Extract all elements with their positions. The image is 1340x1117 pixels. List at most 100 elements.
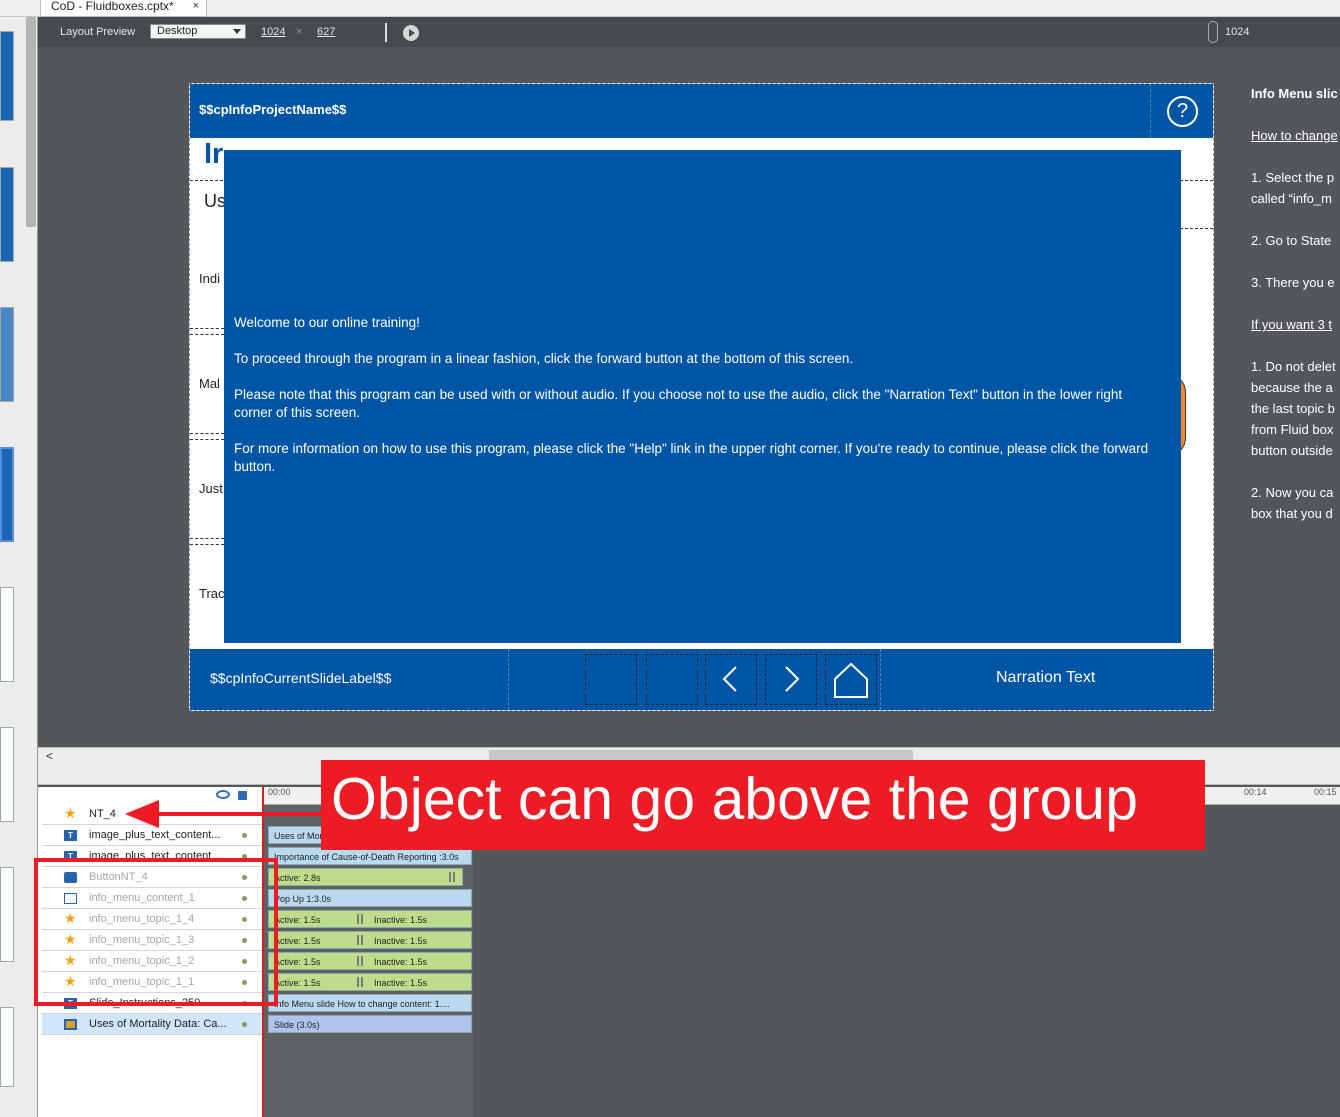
slide-thumbnail[interactable] [0,727,14,822]
slide[interactable]: $$cpInfoProjectName$$ ? Ir Us Indi Mal J… [189,83,1214,711]
lock-icon[interactable] [238,791,247,800]
visibility-dot[interactable] [242,1022,247,1027]
popup-text: To proceed through the program in a line… [234,351,854,366]
dimension-separator: × [296,26,303,38]
slide-thumbnail[interactable] [0,867,14,962]
notes-text: 2. Go to State [1251,233,1332,248]
document-tab[interactable]: CoD - Fluidboxes.cptx* × [40,0,207,17]
visibility-dot[interactable] [242,833,247,838]
pause-marker [453,872,455,882]
slide-thumbnail[interactable] [0,307,14,402]
notes-text: 3. There you e [1251,275,1335,290]
layer-name: image_plus_text_content... [89,829,221,841]
pause-marker [361,935,363,945]
timeline-bar[interactable]: Info Menu slide How to change content: 1… [268,994,472,1012]
slide-icon [64,1019,77,1030]
nav-placeholder-button[interactable] [585,654,637,705]
filmstrip-scrollbar[interactable] [26,17,36,227]
ruler-tick-label: 00:00 [268,787,291,797]
document-tab-title: CoD - Fluidboxes.cptx* [51,0,174,13]
row-divider [190,328,224,335]
timeline-bar[interactable]: Slide (3.0s) [268,1015,472,1033]
pause-marker [361,956,363,966]
next-button[interactable] [765,654,817,705]
annotation-highlight-box [34,858,278,1006]
slide-thumbnail-selected[interactable] [0,447,14,542]
welcome-popup[interactable]: Welcome to our online training! To proce… [224,150,1181,643]
bar-label: Active: 1.5s [274,936,321,946]
bar-label: Inactive: 1.5s [374,957,428,967]
notes-text: 1. Select the p [1251,170,1335,185]
pause-marker [357,935,359,945]
slide-title: Ir [204,138,224,170]
annotation-banner: Object can go above the group [321,760,1205,850]
row-label: Mal [199,376,220,391]
notes-text: from Fluid box [1251,422,1334,437]
popup-text: For more information on how to use this … [234,441,1149,474]
notes-text: the last topic b [1251,401,1335,416]
slide-thumbnail[interactable] [0,587,14,682]
toolbar-divider [385,23,387,42]
previous-button[interactable] [705,654,757,705]
annotation-arrow [158,812,326,816]
timeline-bar[interactable]: Active: 1.5s Inactive: 1.5s [268,910,472,928]
bar-label: Uses of Mor [274,831,323,841]
notes-text: button outside [1251,443,1333,458]
ruler-handle[interactable] [1208,21,1218,43]
divider [1180,228,1213,229]
layer-name: Uses of Mortality Data: Ca... [89,1018,227,1030]
timeline-bar[interactable]: Active: 1.5s Inactive: 1.5s [268,973,472,991]
bar-label: Slide (3.0s) [274,1020,320,1030]
slide-thumbnail[interactable] [0,31,14,121]
pause-marker [357,977,359,987]
slide-notes-panel: Info Menu slic How to change 1. Select t… [1251,83,1340,533]
notes-text: box that you d [1251,506,1333,521]
pause-marker [357,914,359,924]
eye-icon[interactable] [216,790,230,799]
slide-thumbnail[interactable] [0,1007,14,1087]
divider [508,649,509,710]
slide-label-variable: $$cpInfoCurrentSlideLabel$$ [210,670,392,686]
help-button[interactable]: ? [1150,84,1213,138]
notes-text: 1. Do not delet [1251,359,1336,374]
narration-text-button[interactable]: Narration Text [996,669,1095,687]
home-icon [834,662,868,698]
notes-text: 2. Now you ca [1251,485,1334,500]
timeline-bar[interactable]: Active: 1.5s Inactive: 1.5s [268,931,472,949]
timeline-bar[interactable]: Active: 2.8s [268,868,463,886]
layer-row-selected[interactable]: Uses of Mortality Data: Ca... [42,1014,263,1035]
bar-label: Pop Up 1:3.0s [274,894,332,904]
layer-name: NT_4 [89,808,116,820]
ruler-value: 1024 [1225,26,1250,38]
nav-placeholder-button[interactable] [646,654,698,705]
close-tab-icon[interactable]: × [193,0,199,13]
chevron-right-icon [785,666,800,692]
text-icon: T [64,830,77,841]
slide-subtitle: Us [204,191,226,211]
bar-label: Inactive: 1.5s [374,936,428,946]
timeline-bar[interactable]: Pop Up 1:3.0s [268,889,472,907]
bar-label: Inactive: 1.5s [374,978,428,988]
notes-link: How to change [1251,128,1338,143]
slide-thumbnail[interactable] [0,167,14,262]
star-icon: ★ [64,805,77,821]
bar-label: Info Menu slide How to change content: 1… [274,999,450,1009]
layout-preview-toolbar: Layout Preview Desktop 1024 × 627 1024 [38,17,1340,47]
home-button[interactable] [825,654,877,705]
bar-label: Importance of Cause-of-Death Reporting :… [274,852,459,862]
device-select[interactable]: Desktop [150,24,246,39]
bar-label: Active: 1.5s [274,978,321,988]
project-name-header[interactable]: $$cpInfoProjectName$$ [190,84,1150,138]
timeline-bar[interactable]: Active: 1.5s Inactive: 1.5s [268,952,472,970]
height-field[interactable]: 627 [317,26,335,38]
layer-row[interactable]: T image_plus_text_content... [42,825,263,846]
play-icon[interactable] [403,25,419,41]
row-label: Trac [199,586,225,601]
slide-footer: $$cpInfoCurrentSlideLabel$$ Narration Te… [190,649,1213,710]
notes-heading: Info Menu slic [1251,86,1338,101]
width-field[interactable]: 1024 [261,26,285,38]
chevron-left-icon [722,666,737,692]
scroll-left-icon[interactable]: < [46,749,53,763]
row-divider [190,538,224,545]
bar-label: Active: 1.5s [274,915,321,925]
